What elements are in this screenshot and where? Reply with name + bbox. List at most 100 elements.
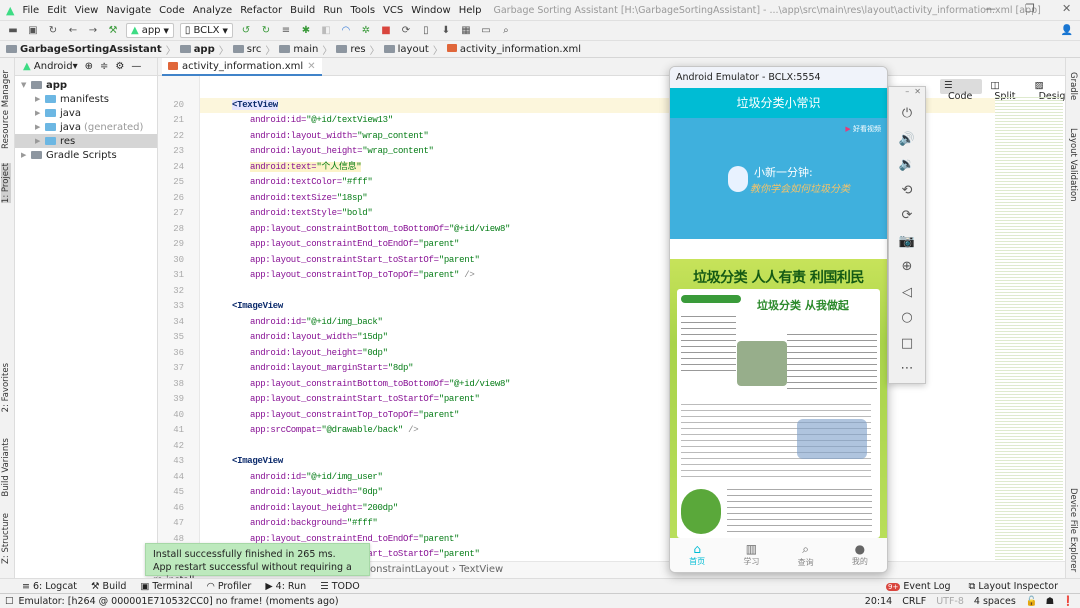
nav-book[interactable]: ▥ 学习 bbox=[724, 538, 778, 572]
menu-view[interactable]: View bbox=[75, 5, 99, 16]
breadcrumb-item[interactable]: res bbox=[336, 44, 366, 55]
crumb-textview[interactable]: TextView bbox=[459, 564, 503, 575]
error-icon[interactable]: ❗ bbox=[1062, 596, 1074, 607]
module-select[interactable]: ▲ app ▼ bbox=[126, 23, 174, 38]
todo-tab[interactable]: ☰ TODO bbox=[320, 581, 360, 592]
nav-profile[interactable]: ● 我的 bbox=[833, 538, 887, 572]
build-variants-tab[interactable]: Build Variants bbox=[1, 438, 11, 497]
rotate-left-icon[interactable]: ⟲ bbox=[889, 178, 925, 204]
terminal-tab[interactable]: ▣ Terminal bbox=[140, 581, 192, 592]
back-icon[interactable]: ← bbox=[66, 25, 80, 36]
lock-icon[interactable]: 🔓 bbox=[1026, 596, 1038, 607]
breadcrumb-item[interactable]: main bbox=[279, 44, 318, 55]
menu-tools[interactable]: Tools bbox=[350, 5, 375, 16]
chevron-right-icon[interactable]: ▶ bbox=[35, 123, 45, 131]
forward-icon[interactable]: → bbox=[86, 25, 100, 36]
split-mode-button[interactable]: ◫ Split bbox=[986, 79, 1026, 102]
chevron-right-icon[interactable]: ▶ bbox=[35, 109, 45, 117]
breadcrumb-item[interactable]: app bbox=[179, 44, 215, 55]
device-file-explorer-tab[interactable]: Device File Explorer bbox=[1068, 488, 1078, 572]
menu-edit[interactable]: Edit bbox=[47, 5, 66, 16]
menu-navigate[interactable]: Navigate bbox=[106, 5, 151, 16]
crumb-constraintlayout[interactable]: ConstraintLayout bbox=[363, 564, 449, 575]
debug-icon[interactable]: ✱ bbox=[299, 25, 313, 36]
zoom-icon[interactable]: ⊕ bbox=[889, 254, 925, 280]
caret-position[interactable]: 20:14 bbox=[865, 596, 892, 607]
project-tab[interactable]: 1: Project bbox=[1, 163, 11, 204]
collapse-icon[interactable]: ≑ bbox=[100, 61, 108, 72]
run-tests-icon[interactable]: ≡ bbox=[279, 25, 293, 36]
stop-icon[interactable]: ■ bbox=[379, 25, 393, 36]
tree-item-java[interactable]: ▶ java (generated) bbox=[15, 120, 157, 134]
code-minimap[interactable] bbox=[995, 96, 1063, 561]
overview-icon[interactable]: □ bbox=[889, 331, 925, 357]
tree-item-gradle-scripts[interactable]: ▶ Gradle Scripts bbox=[15, 148, 157, 162]
close-button[interactable]: ✕ bbox=[1062, 2, 1071, 15]
save-icon[interactable]: ▣ bbox=[26, 25, 40, 36]
menu-refactor[interactable]: Refactor bbox=[240, 5, 282, 16]
breadcrumb-item[interactable]: src bbox=[232, 44, 261, 55]
maximize-button[interactable]: ❐ bbox=[1025, 2, 1035, 15]
line-separator[interactable]: CRLF bbox=[902, 596, 926, 607]
more-icon[interactable]: ⋯ bbox=[889, 356, 925, 382]
locate-icon[interactable]: ⊕ bbox=[85, 61, 93, 72]
menu-help[interactable]: Help bbox=[459, 5, 482, 16]
logcat-tab[interactable]: ≡ 6: Logcat bbox=[22, 581, 77, 592]
sync-gradle-icon[interactable]: ⟳ bbox=[399, 25, 413, 36]
menu-vcs[interactable]: VCS bbox=[383, 5, 403, 16]
chevron-right-icon[interactable]: ▶ bbox=[35, 137, 45, 145]
layout-inspector-tab[interactable]: ⧉ Layout Inspector bbox=[969, 581, 1058, 592]
avd-manager-icon[interactable]: ▯ bbox=[419, 25, 433, 36]
menu-build[interactable]: Build bbox=[290, 5, 315, 16]
apply-changes-icon[interactable]: ↺ bbox=[239, 25, 253, 36]
home-icon[interactable]: ○ bbox=[889, 305, 925, 331]
status-toggle-icon[interactable]: ☐ bbox=[5, 596, 14, 607]
breadcrumb-item[interactable]: layout bbox=[383, 44, 429, 55]
build-hammer-icon[interactable]: ⚒ bbox=[106, 25, 120, 36]
inspector-icon[interactable]: ☗ bbox=[1046, 596, 1055, 607]
menu-code[interactable]: Code bbox=[159, 5, 185, 16]
minimize-button[interactable]: — bbox=[985, 2, 996, 15]
camera-icon[interactable]: 📷 bbox=[889, 229, 925, 255]
structure-tab[interactable]: Z: Structure bbox=[1, 513, 11, 564]
event-log-tab[interactable]: 9+ Event Log bbox=[885, 581, 951, 592]
chevron-right-icon[interactable]: ▶ bbox=[35, 95, 45, 103]
breadcrumb-item[interactable]: activity_information.xml bbox=[446, 43, 581, 55]
emulator-minimize-icon[interactable]: – bbox=[905, 87, 909, 96]
tab-activity-information[interactable]: activity_information.xml ✕ bbox=[162, 58, 322, 76]
nav-search[interactable]: ⌕ 查询 bbox=[779, 538, 833, 572]
profiler-tab[interactable]: ◠ Profiler bbox=[207, 581, 252, 592]
project-view-select[interactable]: ▲ Android▾ bbox=[23, 61, 78, 72]
nav-home[interactable]: ⌂ 首页 bbox=[670, 538, 724, 572]
project-structure-icon[interactable]: ▦ bbox=[459, 25, 473, 36]
chevron-right-icon[interactable]: ▶ bbox=[21, 151, 31, 159]
presentation-icon[interactable]: ▭ bbox=[479, 25, 493, 36]
build-tab[interactable]: ⚒ Build bbox=[91, 581, 126, 592]
run-tab[interactable]: ▶ 4: Run bbox=[265, 581, 306, 592]
open-icon[interactable]: ▬ bbox=[6, 25, 20, 36]
attach-debugger-icon[interactable]: ✲ bbox=[359, 25, 373, 36]
favorites-tab[interactable]: 2: Favorites bbox=[1, 363, 11, 412]
sdk-manager-icon[interactable]: ⬇ bbox=[439, 25, 453, 36]
menu-analyze[interactable]: Analyze bbox=[193, 5, 232, 16]
resource-manager-tab[interactable]: Resource Manager bbox=[1, 70, 11, 149]
menu-window[interactable]: Window bbox=[411, 5, 450, 16]
sync-icon[interactable]: ↻ bbox=[46, 25, 60, 36]
tree-item-res[interactable]: ▶ res bbox=[15, 134, 157, 148]
status-message[interactable]: Emulator: [h264 @ 000001E710532CC0] no f… bbox=[19, 596, 339, 607]
indent-setting[interactable]: 4 spaces bbox=[974, 596, 1016, 607]
hide-icon[interactable]: — bbox=[131, 61, 141, 72]
tree-item-app[interactable]: ▼ app bbox=[15, 78, 157, 92]
close-tab-icon[interactable]: ✕ bbox=[307, 61, 315, 72]
user-icon[interactable]: 👤 bbox=[1060, 25, 1074, 36]
layout-validation-tab[interactable]: Layout Validation bbox=[1068, 128, 1078, 202]
coverage-icon[interactable]: ◧ bbox=[319, 25, 333, 36]
file-encoding[interactable]: UTF-8 bbox=[936, 596, 964, 607]
back-icon[interactable]: ◁ bbox=[889, 280, 925, 306]
chevron-down-icon[interactable]: ▼ bbox=[21, 81, 31, 89]
tree-item-java[interactable]: ▶ java bbox=[15, 106, 157, 120]
emulator-close-icon[interactable]: ✕ bbox=[914, 87, 921, 96]
rotate-right-icon[interactable]: ⟳ bbox=[889, 203, 925, 229]
gradle-tab[interactable]: Gradle bbox=[1068, 72, 1078, 100]
volume-up-icon[interactable]: 🔊 bbox=[889, 127, 925, 153]
